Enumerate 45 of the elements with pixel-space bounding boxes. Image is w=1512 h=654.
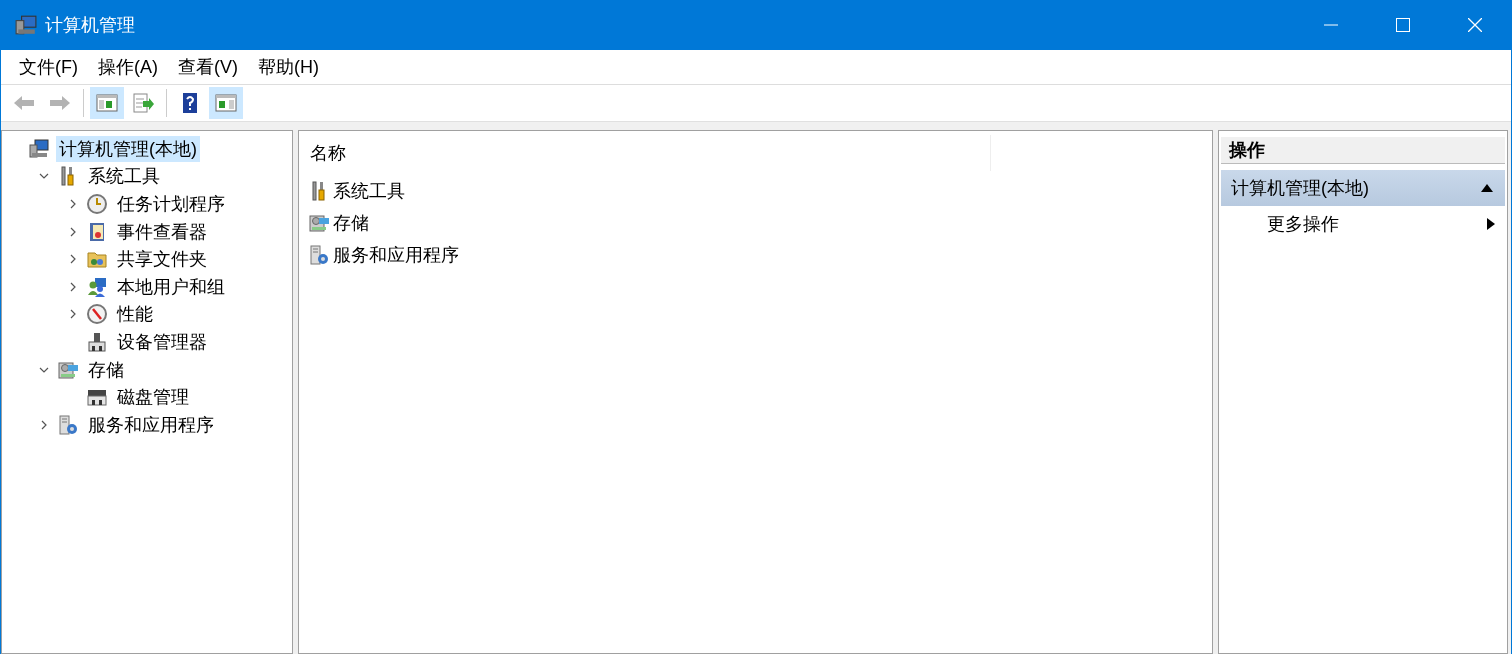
menu-item[interactable]: 文件(F) xyxy=(9,55,88,79)
collapse-triangle-icon xyxy=(1481,184,1493,192)
server-icon xyxy=(308,244,330,266)
action-item[interactable]: 更多操作 xyxy=(1219,206,1507,242)
menu-item[interactable]: 帮助(H) xyxy=(248,55,329,79)
device-icon xyxy=(86,330,108,353)
panel-icon xyxy=(214,92,238,114)
computer-icon xyxy=(15,14,37,36)
chevron-right-icon[interactable] xyxy=(68,226,78,237)
submenu-triangle-icon xyxy=(1487,218,1495,230)
tree-item[interactable]: 计算机管理(本地) xyxy=(56,135,200,162)
tree-item[interactable]: 性能 xyxy=(114,301,156,328)
tree-item[interactable]: 事件查看器 xyxy=(114,218,210,245)
column-header[interactable]: 名称 xyxy=(299,135,991,171)
tree-item[interactable]: 设备管理器 xyxy=(114,328,210,355)
panel-icon xyxy=(95,92,119,114)
list-item[interactable]: 存储 xyxy=(333,211,369,235)
list-item[interactable]: 服务和应用程序 xyxy=(333,243,459,267)
gauge-icon xyxy=(86,303,108,326)
tree-item[interactable]: 存储 xyxy=(85,356,127,383)
chevron-right-icon[interactable] xyxy=(39,419,49,430)
tree-item[interactable]: 服务和应用程序 xyxy=(85,411,217,438)
window-title: 计算机管理 xyxy=(45,14,135,37)
server-icon xyxy=(57,413,79,436)
tree-item[interactable]: 任务计划程序 xyxy=(114,191,228,217)
drive-icon xyxy=(308,212,330,234)
maximize-icon xyxy=(1396,18,1410,32)
tree-item[interactable]: 本地用户和组 xyxy=(114,273,228,300)
tree-item[interactable]: 系统工具 xyxy=(85,163,163,190)
clock-icon xyxy=(86,193,108,215)
users-icon xyxy=(86,275,108,298)
menu-item[interactable]: 操作(A) xyxy=(88,55,168,79)
chevron-right-icon[interactable] xyxy=(68,199,78,209)
menu-item[interactable]: 查看(V) xyxy=(168,55,248,79)
tree-item[interactable]: 共享文件夹 xyxy=(114,246,210,273)
computer-icon xyxy=(28,137,50,160)
actions-header: 操作 xyxy=(1221,137,1505,164)
chevron-right-icon[interactable] xyxy=(68,309,78,320)
list-item[interactable]: 系统工具 xyxy=(333,179,405,203)
tree-item[interactable]: 磁盘管理 xyxy=(114,384,192,411)
chevron-right-icon[interactable] xyxy=(68,254,78,265)
close-icon xyxy=(1468,18,1482,32)
chevron-right-icon[interactable] xyxy=(68,281,78,292)
document-arrow-icon xyxy=(131,92,155,114)
actions-section[interactable]: 计算机管理(本地) xyxy=(1221,170,1505,206)
